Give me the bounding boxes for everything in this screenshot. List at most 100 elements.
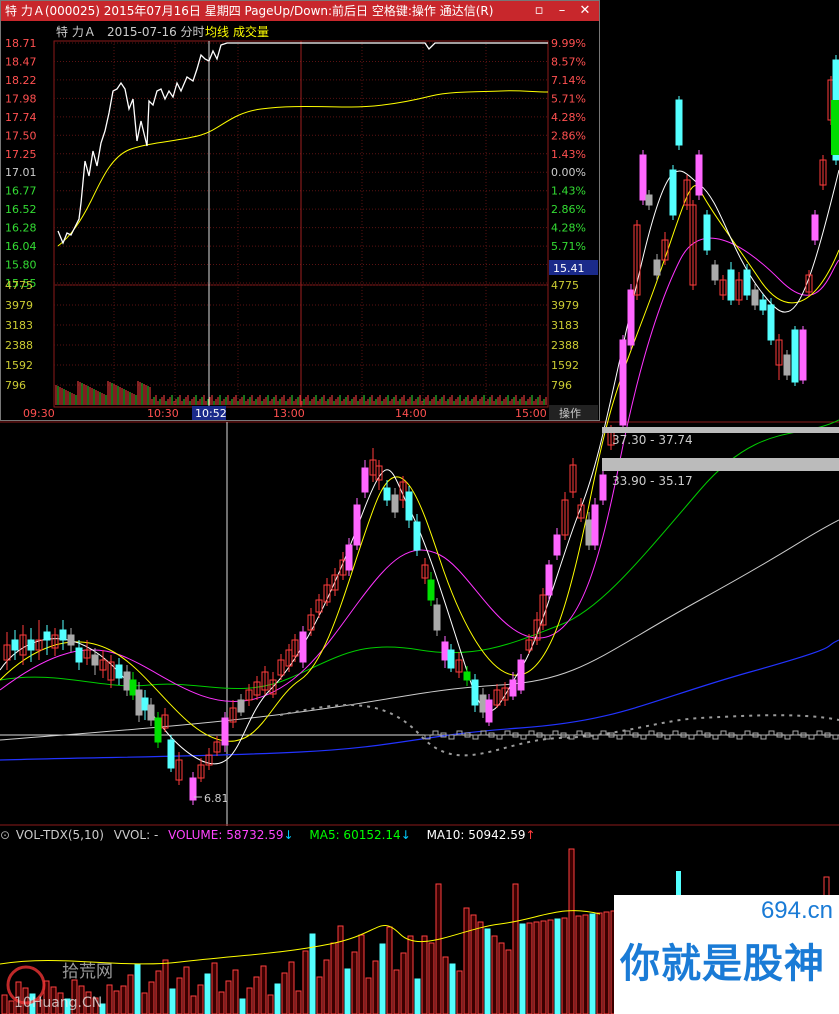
percent-tick-label: 9.99% xyxy=(551,37,586,50)
volume-tick-label: 2388 xyxy=(5,339,33,352)
candle-body xyxy=(91,654,99,666)
volume-bar xyxy=(302,950,309,1014)
volume-bar xyxy=(540,920,547,1014)
candle-body xyxy=(485,699,493,723)
volume-bar xyxy=(211,962,218,1014)
price-tick-label: 17.50 xyxy=(5,129,37,142)
volume-bar xyxy=(253,976,260,1014)
candle-body xyxy=(405,491,413,521)
restore-icon[interactable]: ▫ xyxy=(531,3,547,19)
candle-body xyxy=(703,214,711,251)
candle-body xyxy=(353,504,361,546)
time-tick-label: 13:00 xyxy=(273,407,305,420)
candle-body xyxy=(619,339,627,426)
price-tick-label: 16.04 xyxy=(5,240,37,253)
candle-body xyxy=(433,604,441,631)
volume-legend: 成交量 xyxy=(233,24,269,39)
right-slogan-text: 你就是股神 xyxy=(620,941,825,987)
percent-tick-label: 2.86% xyxy=(551,203,586,216)
chevron-down-icon[interactable]: ⊙ xyxy=(0,828,10,842)
candle-body xyxy=(447,649,455,669)
percent-tick-label: 7.14% xyxy=(551,74,586,87)
volume-bar xyxy=(295,990,302,1014)
volume-bar xyxy=(267,994,274,1014)
volume-bar xyxy=(309,933,316,1014)
volume-bar xyxy=(449,963,456,1014)
volume-bar xyxy=(435,883,442,1014)
action-button-label[interactable]: 操作 xyxy=(559,406,581,420)
price-tick-label: 16.28 xyxy=(5,222,37,235)
date-label: 2015-07-16 分时 xyxy=(107,25,205,39)
volume-bar xyxy=(274,983,281,1014)
volume-bar xyxy=(204,973,211,1014)
intraday-popup-window[interactable]: 特 力Ａ(000025) 2015年07月16日 星期四 PageUp/Down… xyxy=(0,0,600,421)
close-icon[interactable]: ✕ xyxy=(577,3,593,19)
candle-body xyxy=(627,289,635,346)
price-line xyxy=(57,42,548,245)
price-tick-label: 18.22 xyxy=(5,74,37,87)
arrow-up-icon: ↑ xyxy=(525,828,536,842)
percent-tick-label: 1.43% xyxy=(551,148,586,161)
candle-body xyxy=(639,154,647,201)
volume-bar xyxy=(169,988,176,1014)
candle-body xyxy=(509,679,517,697)
volume-bar xyxy=(463,907,470,1014)
candle-body xyxy=(299,631,307,663)
price-tick-label: 16.52 xyxy=(5,203,37,216)
volume-tick-label: 3979 xyxy=(5,299,33,312)
candle-body xyxy=(712,734,719,740)
candle-body xyxy=(696,730,703,736)
candle-body xyxy=(544,734,551,740)
percent-tick-label: 4.28% xyxy=(551,111,586,124)
candle-body xyxy=(517,659,525,691)
candle-body xyxy=(135,689,143,716)
ma-dotted-trail xyxy=(279,704,839,757)
volume-bar xyxy=(414,978,421,1014)
volume-bar xyxy=(330,942,337,1014)
candle-body xyxy=(528,730,535,736)
candle-body xyxy=(640,734,647,740)
vvol-label: VVOL: - xyxy=(113,828,159,842)
volume-bar xyxy=(484,928,491,1014)
candle-body xyxy=(432,730,439,736)
volume-bar xyxy=(428,942,435,1014)
volume-bar xyxy=(533,921,540,1014)
volume-tick-label-right: 796 xyxy=(551,379,572,392)
volume-bar xyxy=(393,969,400,1014)
right-watermark: 694.cn 你就是股神 xyxy=(614,895,839,1014)
candle-body xyxy=(645,194,653,206)
left-brand-text: 拾荒网 xyxy=(62,962,113,982)
minimize-icon[interactable]: – xyxy=(554,3,570,19)
time-tick-label: 09:30 xyxy=(23,407,55,420)
volume-bar xyxy=(176,977,183,1014)
volume-bar xyxy=(575,915,582,1014)
window-title-bar[interactable]: 特 力Ａ(000025) 2015年07月16日 星期四 PageUp/Down… xyxy=(1,1,599,21)
candle-body xyxy=(504,730,511,736)
left-watermark: 拾荒网 10Huang.CN xyxy=(6,962,113,1011)
indicator-name[interactable]: VOL-TDX(5,10) xyxy=(16,828,104,842)
candle-body xyxy=(463,671,471,681)
candle-body xyxy=(791,329,799,383)
volume-bar xyxy=(526,922,533,1014)
percent-tick-label: 0.00% xyxy=(551,166,586,179)
candle-body xyxy=(43,631,51,641)
candle-body xyxy=(727,269,735,301)
price-tick-label: 15.80 xyxy=(5,259,37,272)
intraday-chart[interactable]: 特 力Ａ 2015-07-16 分时 均线 成交量 18.71 18.47 18.2… xyxy=(1,21,599,420)
price-tick-label: 16.77 xyxy=(5,185,37,198)
low-price-label: 6.81 xyxy=(204,792,229,805)
left-url-text: 10Huang.CN xyxy=(14,995,102,1011)
volume-bar xyxy=(589,913,596,1014)
ma120-line xyxy=(0,639,839,761)
candle-body xyxy=(808,734,815,740)
candle-body xyxy=(616,734,623,740)
time-tick-label: 15:00 xyxy=(515,407,547,420)
candle-body xyxy=(816,730,823,736)
ma5-value: MA5: 60152.14 xyxy=(309,828,401,842)
volume-bar xyxy=(547,919,554,1014)
candle-body xyxy=(129,679,137,696)
candle-body xyxy=(744,730,751,736)
time-tick-label: 10:30 xyxy=(147,407,179,420)
volume-bar xyxy=(498,942,505,1014)
range-box-2 xyxy=(602,458,839,471)
